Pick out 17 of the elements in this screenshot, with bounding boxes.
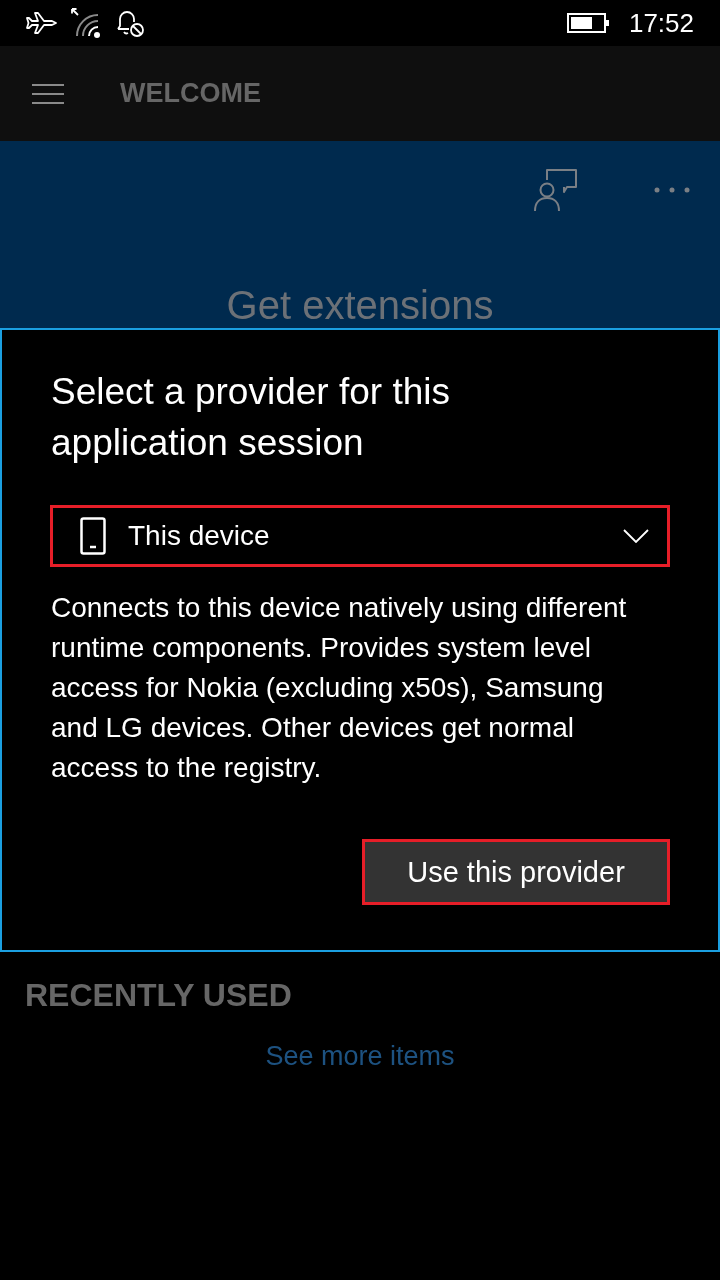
section-heading: RECENTLY USED (25, 976, 293, 1015)
quiet-bell-icon (115, 9, 145, 37)
person-chat-icon[interactable] (534, 168, 578, 212)
provider-description: Connects to this device natively using different runtime components. Provides system level access for Nokia (excluding x50s), Samsung and LG devices. Other devices get normal access to the registry. (51, 591, 628, 785)
clock-time: 17:52 (628, 8, 694, 38)
app-title: WELCOME (120, 78, 261, 109)
dialog-title: Select a provider for this application session (51, 370, 451, 465)
header-title: Get extensions (225, 282, 495, 328)
more-icon[interactable] (654, 187, 690, 193)
use-provider-button[interactable]: Use this provider (362, 839, 670, 905)
menu-icon[interactable] (32, 83, 64, 104)
wifi-icon (70, 7, 102, 39)
airplane-icon (25, 11, 57, 35)
caret-icon (623, 529, 649, 543)
provider-select[interactable]: This device (50, 505, 670, 567)
battery-icon (566, 13, 609, 33)
phone-icon (80, 517, 106, 555)
